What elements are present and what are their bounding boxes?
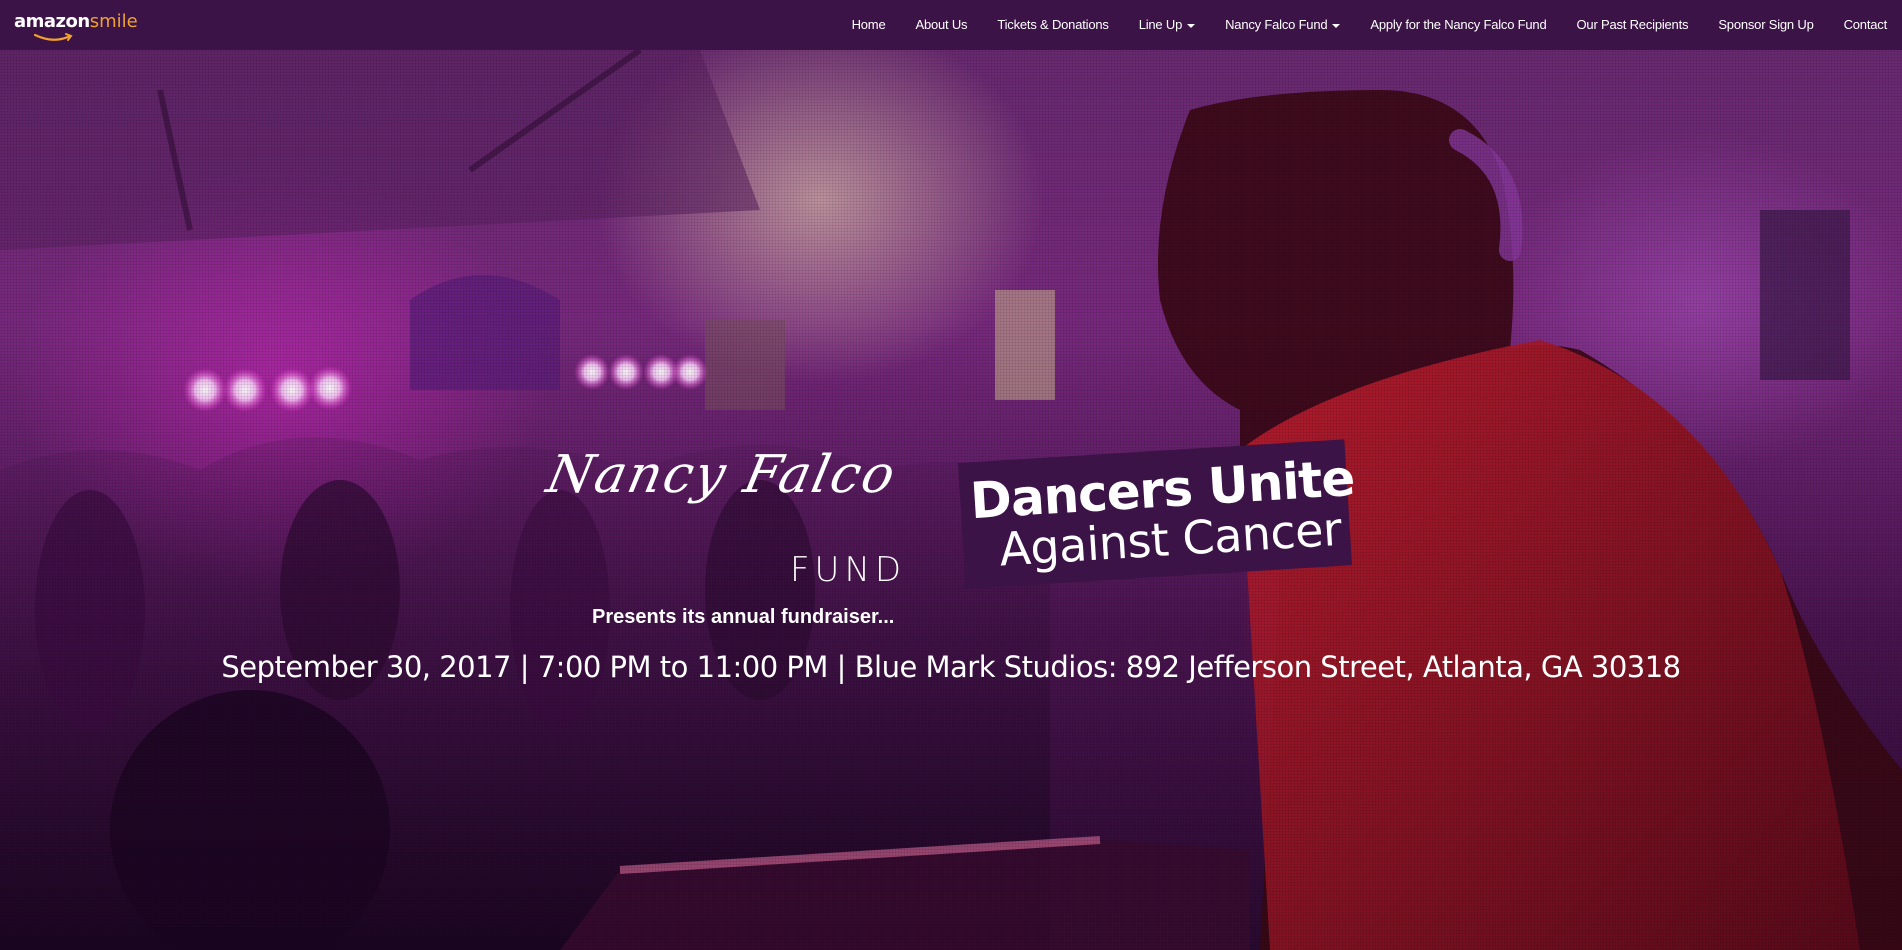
nav-item-nancy-falco-fund[interactable]: Nancy Falco Fund bbox=[1210, 0, 1355, 50]
nav-item-label: Apply for the Nancy Falco Fund bbox=[1370, 17, 1547, 32]
amazonsmile-logo[interactable]: amazonsmile bbox=[14, 11, 138, 43]
nav-item-label: About Us bbox=[915, 17, 968, 32]
nav-item-label: Home bbox=[851, 17, 886, 32]
caret-down-icon bbox=[1332, 23, 1341, 28]
logo-smile-text: smile bbox=[89, 11, 138, 32]
nav-item-sponsor-sign-up[interactable]: Sponsor Sign Up bbox=[1703, 0, 1828, 50]
hero-dot-overlay bbox=[0, 50, 1902, 950]
nav-item-about-us[interactable]: About Us bbox=[900, 0, 982, 50]
top-navbar: amazonsmile Home About Us Tickets & Donati… bbox=[0, 0, 1902, 50]
nav-item-apply-for-the-nancy-falco-fund[interactable]: Apply for the Nancy Falco Fund bbox=[1355, 0, 1561, 50]
nav-item-label: Tickets & Donations bbox=[997, 17, 1109, 32]
smile-arrow-icon bbox=[34, 33, 73, 41]
event-details: September 30, 2017 | 7:00 PM to 11:00 PM… bbox=[221, 650, 1681, 684]
nav-item-label: Line Up bbox=[1138, 17, 1183, 32]
nav-item-label: Sponsor Sign Up bbox=[1718, 17, 1814, 32]
nancy-falco-fund-logo: Nancy Falco FUND bbox=[542, 400, 928, 600]
nav-item-home[interactable]: Home bbox=[837, 0, 901, 50]
nav-item-line-up[interactable]: Line Up bbox=[1124, 0, 1210, 50]
fund-logo-script: Nancy Falco bbox=[541, 445, 903, 505]
nav-item-our-past-recipients[interactable]: Our Past Recipients bbox=[1562, 0, 1704, 50]
fund-logo-word: FUND bbox=[790, 550, 907, 590]
logo-amazon-text: amazon bbox=[14, 11, 90, 32]
presents-tagline: Presents its annual fundraiser... bbox=[592, 606, 895, 628]
nav-item-label: Nancy Falco Fund bbox=[1225, 17, 1328, 32]
main-nav: Home About Us Tickets & Donations Line Up Na… bbox=[837, 0, 1902, 50]
caret-down-icon bbox=[1187, 23, 1196, 28]
nav-item-label: Contact bbox=[1843, 17, 1888, 32]
nav-item-tickets-donations[interactable]: Tickets & Donations bbox=[982, 0, 1123, 50]
nav-item-contact[interactable]: Contact bbox=[1829, 0, 1902, 50]
dancers-unite-logo: Dancers Unite Against Cancer bbox=[958, 439, 1356, 589]
nav-item-label: Our Past Recipients bbox=[1576, 17, 1689, 32]
hero-banner: Nancy Falco FUND Dancers Unite Against C… bbox=[0, 50, 1902, 950]
